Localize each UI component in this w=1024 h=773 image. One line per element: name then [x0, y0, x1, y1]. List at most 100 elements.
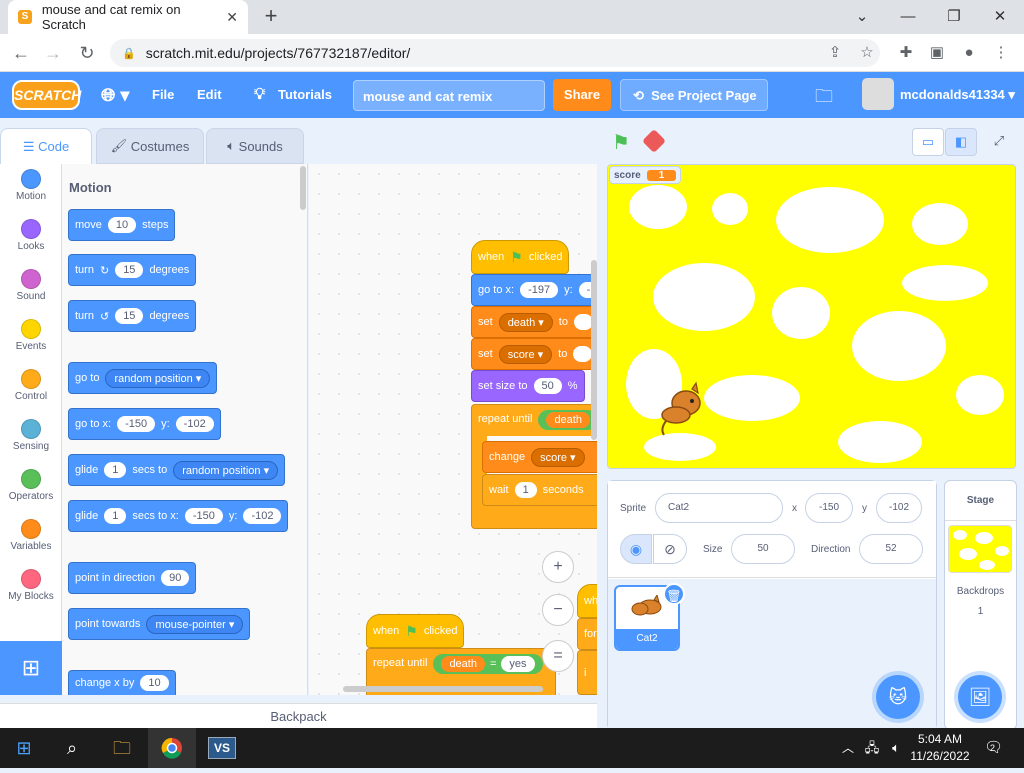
taskbar-clock[interactable]: 5:04 AM 11/26/2022 [900, 731, 980, 765]
normal-stage-icon[interactable]: ◧ [945, 128, 977, 156]
language-globe-icon[interactable]: 🌐︎ ▾ [101, 72, 129, 118]
tab-search-icon[interactable]: ⌄ [842, 4, 882, 30]
block-input[interactable]: -102 [175, 416, 214, 432]
block-input[interactable]: yes [501, 656, 535, 672]
green-flag-icon[interactable]: ⚑ [612, 130, 634, 154]
block-input[interactable]: 1 [104, 462, 127, 478]
category-variables[interactable]: Variables [0, 519, 62, 564]
zoom-out-button[interactable]: − [542, 594, 574, 626]
share-button[interactable]: Share [553, 79, 611, 111]
forward-icon[interactable]: → [40, 40, 66, 66]
partial-hat-block[interactable]: whe [577, 584, 597, 618]
hide-sprite-eye-icon[interactable]: ⊘ [653, 534, 687, 564]
restore-icon[interactable]: ❐ [934, 4, 974, 30]
new-tab-icon[interactable]: + [258, 4, 284, 30]
point-towards-dropdown[interactable]: mouse-pointer ▾ [146, 614, 244, 634]
goto-xy-block[interactable]: go to x: -150 y: -102 [68, 408, 221, 440]
stage-canvas[interactable] [607, 164, 1016, 469]
block-input[interactable]: 10 [140, 675, 169, 691]
set-death-block[interactable]: set death ▾ to [471, 306, 597, 338]
point-direction-block[interactable]: point in direction 90 [68, 562, 197, 594]
block-input[interactable]: -102 [243, 508, 282, 524]
browser-tab[interactable]: S mouse and cat remix on Scratch ✕ [8, 0, 248, 34]
chrome-menu-icon[interactable]: ⋮ [988, 40, 1014, 66]
condition-slot[interactable]: death [538, 410, 597, 430]
turn-right-block[interactable]: turn ↻ 15 degrees [68, 254, 197, 286]
windows-start-icon[interactable]: ⊞ [0, 728, 48, 768]
change-x-block[interactable]: change x by 10 [68, 670, 176, 695]
share-page-icon[interactable]: ⇪ [822, 40, 848, 66]
file-menu[interactable]: File [152, 72, 174, 118]
variable-reporter[interactable]: death [546, 412, 590, 428]
category-events[interactable]: Events [0, 319, 62, 364]
extensions-icon[interactable]: ✚ [893, 40, 919, 66]
turn-left-block[interactable]: turn ↺ 15 degrees [68, 300, 197, 332]
url-bar[interactable]: 🔒 scratch.mit.edu/projects/767732187/edi… [110, 39, 880, 67]
zoom-in-button[interactable]: + [542, 551, 574, 583]
workspace-vscrollbar[interactable] [591, 260, 597, 440]
side-panel-icon[interactable]: ▣ [924, 40, 950, 66]
block-input[interactable]: 1 [514, 482, 537, 498]
glide-random-block[interactable]: glide 1 secs to random position ▾ [68, 454, 286, 486]
tab-costumes[interactable]: 🖌︎ Costumes [96, 128, 204, 164]
goto-xy-script-block[interactable]: go to x: -197 y: -1 [471, 274, 597, 306]
stage-thumbnail[interactable] [948, 525, 1012, 573]
block-input[interactable]: -197 [520, 282, 559, 298]
direction-input[interactable]: 52 [859, 534, 923, 564]
category-motion[interactable]: Motion [0, 169, 62, 214]
account-menu[interactable]: mcdonalds41334 ▾ [900, 72, 1015, 118]
block-input[interactable] [573, 346, 593, 362]
variable-dropdown[interactable]: score ▾ [531, 447, 585, 467]
glide-xy-block[interactable]: glide 1 secs to x: -150 y: -102 [68, 500, 289, 532]
workspace-hscrollbar[interactable] [343, 686, 543, 692]
backpack[interactable]: Backpack [0, 703, 597, 729]
set-size-block[interactable]: set size to 50 % [471, 370, 585, 402]
equals-operator[interactable]: death = yes [433, 654, 543, 674]
size-input[interactable]: 50 [731, 534, 795, 564]
my-stuff-folder-icon[interactable]: 🗀 [812, 84, 836, 106]
file-explorer-icon[interactable]: 🗀 [98, 728, 146, 768]
change-score-block[interactable]: change score ▾ [482, 441, 597, 473]
add-extension-button[interactable]: ⊞ [0, 641, 62, 695]
category-looks[interactable]: Looks [0, 219, 62, 264]
delete-sprite-icon[interactable]: 🗑︎ [663, 583, 685, 605]
y-input[interactable]: -102 [876, 493, 922, 523]
project-title-input[interactable]: mouse and cat remix [353, 80, 545, 111]
block-input[interactable]: 15 [115, 308, 144, 324]
back-icon[interactable]: ← [8, 40, 34, 66]
show-sprite-eye-icon[interactable]: ◉ [620, 534, 652, 564]
search-icon[interactable]: ⌕ [48, 728, 96, 768]
block-input[interactable]: -150 [117, 416, 156, 432]
partial-if-block[interactable]: i [577, 650, 597, 695]
chrome-taskbar-icon[interactable] [148, 728, 196, 768]
category-sound[interactable]: Sound [0, 269, 62, 314]
palette-scrollbar[interactable] [300, 166, 306, 210]
scratch-logo[interactable]: SCRATCH [12, 80, 81, 110]
tab-sounds[interactable]: 🔈︎ Sounds [206, 128, 304, 164]
category-control[interactable]: Control [0, 369, 62, 414]
variable-dropdown[interactable]: score ▾ [498, 344, 553, 364]
sprite-name-input[interactable]: Cat2 [655, 493, 783, 523]
fullscreen-icon[interactable]: ⤢ [983, 128, 1015, 156]
move-steps-block[interactable]: move 10 steps [68, 209, 176, 241]
add-backdrop-icon[interactable]: 🖼︎ [958, 675, 1002, 719]
variable-dropdown[interactable]: death ▾ [498, 312, 553, 332]
stop-icon[interactable] [641, 128, 667, 154]
x-input[interactable]: -150 [805, 493, 853, 523]
block-input[interactable]: 90 [161, 570, 190, 586]
category-operators[interactable]: Operators [0, 469, 62, 514]
when-flag-clicked-hat[interactable]: when ⚑ clicked [366, 614, 465, 648]
close-window-icon[interactable]: ✕ [980, 4, 1020, 30]
bookmark-star-icon[interactable]: ☆ [854, 40, 880, 66]
block-input[interactable]: 1 [104, 508, 127, 524]
when-flag-clicked-hat[interactable]: when ⚑ clicked [471, 240, 570, 274]
block-input[interactable]: 10 [107, 217, 137, 233]
profile-icon[interactable]: ● [956, 40, 982, 66]
minimize-icon[interactable]: — [888, 4, 928, 30]
show-hidden-icons[interactable]: ︿ [836, 728, 860, 768]
score-variable-monitor[interactable]: score 1 [609, 166, 682, 184]
edit-menu[interactable]: Edit [197, 72, 222, 118]
cat-sprite[interactable] [658, 381, 708, 437]
user-avatar[interactable] [862, 78, 894, 110]
notifications-icon[interactable]: 🗨︎2 [980, 728, 1012, 768]
